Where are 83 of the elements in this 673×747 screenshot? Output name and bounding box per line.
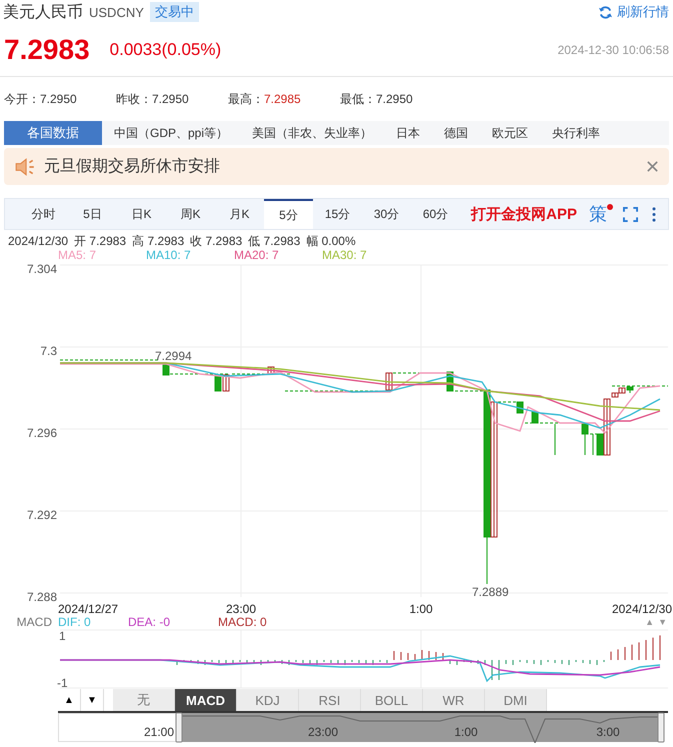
refresh-icon[interactable] bbox=[598, 4, 613, 20]
x-axis-label: 1:00 bbox=[409, 602, 433, 615]
period-tab[interactable]: 周K bbox=[166, 199, 215, 229]
data-tab[interactable]: 中国（GDP、ppi等） bbox=[102, 121, 240, 145]
macd-legend-item: DIF: 0 bbox=[58, 615, 92, 629]
ohlc-value: 高 7.2983 bbox=[132, 235, 184, 247]
indicator-tab[interactable]: RSI bbox=[299, 689, 361, 711]
trading-status-badge: 交易中 bbox=[150, 2, 199, 22]
range-handle[interactable] bbox=[176, 712, 182, 742]
y-axis-label: -1 bbox=[57, 676, 68, 689]
ohlc-value: 开 7.2983 bbox=[74, 235, 126, 247]
time-label: 23:00 bbox=[308, 725, 338, 739]
period-tab[interactable]: 月K bbox=[215, 199, 264, 229]
macd-legend-item: MACD: 0 bbox=[218, 615, 268, 629]
period-tab[interactable]: 30分 bbox=[362, 199, 411, 229]
indicator-tab[interactable]: MACD bbox=[175, 689, 237, 711]
period-tab[interactable]: 日K bbox=[117, 199, 166, 229]
range-handle[interactable] bbox=[658, 712, 664, 742]
data-tab[interactable]: 各国数据 bbox=[4, 121, 102, 145]
y-axis-label: 7.304 bbox=[26, 263, 57, 276]
y-axis-label: 7.288 bbox=[26, 590, 57, 604]
ohlc-value: 幅 0.00% bbox=[306, 235, 356, 247]
candlestick bbox=[268, 366, 274, 374]
stat-item: 今开：7.2950 bbox=[4, 90, 78, 108]
data-tab[interactable]: 日本 bbox=[384, 121, 432, 145]
ohlc-value: 低 7.2983 bbox=[248, 235, 300, 247]
data-tab[interactable]: 美国（非农、失业率） bbox=[240, 121, 384, 145]
speaker-icon bbox=[14, 156, 36, 178]
indicator-tab[interactable]: KDJ bbox=[237, 689, 299, 711]
time-label: 21:00 bbox=[144, 725, 174, 739]
stat-item: 最低：7.2950 bbox=[340, 90, 414, 108]
candlestick bbox=[386, 372, 392, 390]
period-tab[interactable]: 5日 bbox=[68, 199, 117, 229]
candle-wick bbox=[554, 424, 556, 456]
candlestick bbox=[532, 412, 538, 424]
time-label: 1:00 bbox=[454, 725, 478, 739]
indicator-tab[interactable]: BOLL bbox=[361, 689, 423, 711]
refresh-link[interactable]: 刷新行情 bbox=[617, 3, 669, 21]
ohlc-value: 收 7.2983 bbox=[190, 235, 242, 247]
current-price: 7.2983 bbox=[4, 34, 90, 66]
ma-legend-item: MA10: 7 bbox=[146, 247, 192, 263]
open-app-link[interactable]: 打开金投网APP bbox=[471, 204, 577, 224]
data-tab[interactable]: 央行利率 bbox=[540, 121, 612, 145]
data-tab[interactable]: 德国 bbox=[432, 121, 480, 145]
indicator-tab[interactable]: WR bbox=[423, 689, 485, 711]
data-tab[interactable]: 欧元区 bbox=[480, 121, 540, 145]
y-axis-label: 7.3 bbox=[40, 344, 57, 358]
indicator-tab[interactable]: 无 bbox=[113, 689, 175, 711]
y-axis-label: 7.296 bbox=[26, 426, 57, 440]
notice-text[interactable]: 元旦假期交易所休市安排 bbox=[44, 156, 220, 177]
period-tab[interactable]: 分时 bbox=[19, 199, 68, 229]
quote-time: 2024-12-30 10:06:58 bbox=[558, 43, 669, 57]
currency-code: USDCNY bbox=[89, 4, 144, 20]
fullscreen-icon[interactable] bbox=[623, 206, 638, 222]
period-tab[interactable]: 15分 bbox=[313, 199, 362, 229]
stat-item: 最高：7.2985 bbox=[228, 90, 302, 108]
indicator-title: MACD bbox=[16, 615, 53, 629]
y-axis-label: 7.292 bbox=[26, 508, 57, 522]
x-axis-label: 2024/12/30 bbox=[612, 602, 672, 615]
period-tab[interactable]: 5分 bbox=[264, 199, 313, 229]
candlestick bbox=[162, 364, 170, 376]
x-axis-label: 2024/12/27 bbox=[58, 602, 118, 615]
dashed-price-line bbox=[524, 422, 560, 424]
high-price-label: 7.2994 bbox=[155, 349, 192, 363]
time-label: 3:00 bbox=[596, 725, 620, 739]
ohlc-value: 2024/12/30 bbox=[8, 235, 68, 247]
y-axis-label: 1 bbox=[59, 629, 66, 643]
currency-name: 美元人民币 bbox=[3, 2, 83, 22]
period-tab[interactable]: 60分 bbox=[411, 199, 460, 229]
more-icon[interactable] bbox=[652, 206, 656, 222]
x-axis-label: 23:00 bbox=[226, 602, 256, 615]
ma-legend-item: MA5: 7 bbox=[58, 247, 98, 263]
close-icon[interactable] bbox=[646, 160, 659, 173]
stat-item: 昨收：7.2950 bbox=[116, 90, 190, 108]
ma-legend-item: MA30: 7 bbox=[322, 247, 368, 263]
candle-wick bbox=[592, 434, 594, 456]
macd-legend-item: DEA: -0 bbox=[128, 615, 172, 629]
strategy-button[interactable]: 策 bbox=[589, 202, 607, 226]
indicator-tab[interactable]: DMI bbox=[485, 689, 547, 711]
candlestick bbox=[582, 424, 588, 456]
price-change: 0.0033(0.05%) bbox=[110, 40, 222, 60]
low-price-label: 7.2889 bbox=[472, 585, 509, 599]
ma-legend-item: MA20: 7 bbox=[234, 247, 280, 263]
